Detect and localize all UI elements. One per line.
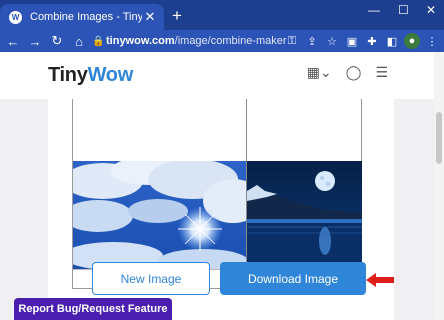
logo-tiny: Tiny: [48, 64, 88, 86]
sky-clouds-image: [73, 161, 246, 269]
profile-avatar[interactable]: ●: [404, 33, 420, 49]
new-image-button[interactable]: New Image: [92, 262, 210, 295]
reload-icon[interactable]: ↻: [46, 33, 68, 49]
url-path: /image/combine-maker: [174, 35, 287, 47]
logo-wow: Wow: [87, 64, 134, 86]
window-minimize-icon[interactable]: —: [368, 3, 380, 17]
back-icon[interactable]: ←: [2, 34, 24, 49]
sidebar-icon[interactable]: ◧: [384, 33, 400, 49]
browser-toolbar: ← → ↻ ⌂ 🔒 tinywow.com /image/combine-mak…: [0, 30, 444, 52]
browser-tab-bar: W Combine Images - TinyWow ✕ + — ☐ ✕: [0, 0, 444, 30]
tinywow-logo[interactable]: TinyWow: [48, 64, 133, 87]
lock-icon: 🔒: [92, 35, 105, 47]
result-actions: New Image Download Image: [48, 262, 394, 298]
extension-icon[interactable]: ▣: [344, 33, 360, 49]
tab-title: Combine Images - TinyWow: [30, 11, 142, 23]
window-maximize-icon[interactable]: ☐: [398, 3, 409, 17]
browser-tab-active[interactable]: W Combine Images - TinyWow ✕: [0, 4, 164, 30]
search-icon[interactable]: ◯: [346, 64, 362, 81]
home-icon[interactable]: ⌂: [68, 34, 90, 49]
report-bug-button[interactable]: Report Bug/Request Feature: [14, 298, 172, 320]
tab-favicon-icon: W: [9, 10, 22, 24]
grid-icon[interactable]: ▦⌄: [307, 64, 332, 81]
site-header: TinyWow ▦⌄ ◯ ☰: [0, 52, 434, 99]
combined-image-preview: [72, 99, 362, 289]
moon-lake-image: [247, 161, 362, 269]
page-scrollbar[interactable]: [434, 52, 444, 320]
puzzle-icon[interactable]: ✚: [364, 33, 380, 49]
forward-icon[interactable]: →: [24, 34, 46, 49]
menu-kebab-icon[interactable]: ⋮: [424, 33, 440, 49]
page-viewport: TinyWow ▦⌄ ◯ ☰ New Image Download Image …: [0, 52, 444, 320]
share-icon[interactable]: ⇪: [304, 33, 320, 49]
url-domain: tinywow.com: [106, 35, 175, 47]
scrollbar-thumb[interactable]: [436, 112, 442, 164]
star-icon[interactable]: ☆: [324, 33, 340, 49]
tab-close-icon[interactable]: ✕: [142, 9, 158, 25]
new-tab-button[interactable]: +: [172, 7, 182, 24]
key-icon[interactable]: ⚿: [284, 33, 300, 49]
hamburger-icon[interactable]: ☰: [375, 64, 388, 81]
window-close-icon[interactable]: ✕: [426, 3, 436, 17]
red-arrow-icon: [366, 273, 394, 287]
download-image-button[interactable]: Download Image: [220, 262, 366, 295]
